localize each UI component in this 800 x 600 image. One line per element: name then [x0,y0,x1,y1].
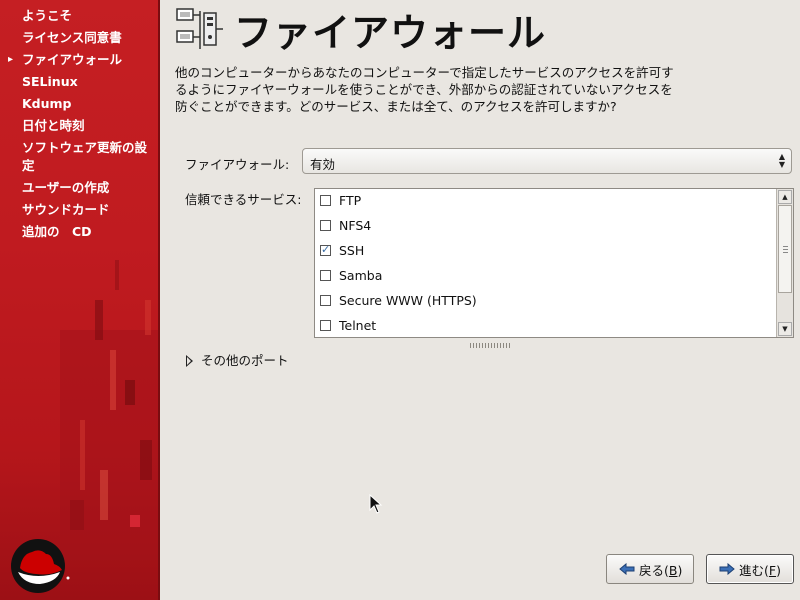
list-item[interactable]: Secure WWW (HTTPS) [315,289,793,314]
sidebar-step: SELinux [0,72,160,94]
sidebar-step: ようこそ [0,6,160,28]
sidebar-step: 追加の CD [0,222,160,244]
current-step-marker-icon: ▸ [8,54,14,65]
sidebar-step-label: サウンドカード [22,202,110,217]
list-item[interactable]: FTP [315,189,793,214]
next-button[interactable]: 進む(F) [706,554,794,584]
list-item[interactable]: Samba [315,264,793,289]
sidebar-step-label: ようこそ [22,8,73,23]
service-label: Secure WWW (HTTPS) [339,293,477,308]
firewall-network-icon [176,8,223,49]
sidebar-step: Kdump [0,94,160,116]
firewall-label: ファイアウォール: [185,157,290,172]
service-checkbox[interactable] [320,243,331,256]
sidebar-step-label: ライセンス同意書 [22,30,122,45]
service-checkbox[interactable] [320,195,331,206]
redhat-logo [11,539,70,593]
sidebar-step: ユーザーの作成 [0,178,160,200]
trusted-services-label: 信頼できるサービス: [185,192,302,207]
expander-arrow-icon [186,354,193,367]
service-label: NFS4 [339,218,372,233]
back-button[interactable]: 戻る(B) [606,554,694,584]
steps-list: ようこそライセンス同意書 ▸ ファイアウォール SELinux Kdump 日付と時刻ソフ… [0,6,160,244]
page-title: ファイアウォール [234,11,547,55]
sidebar-step-label: 日付と時刻 [22,118,85,133]
service-checkbox[interactable] [320,270,331,281]
arrow-left-icon [619,563,635,575]
next-button-label: 進む(F) [739,562,781,578]
firewall-select-value: 有効 [310,157,336,172]
service-checkbox[interactable] [320,320,331,331]
sidebar-step-label: ソフトウェア更新の設定 [22,140,148,173]
list-item[interactable]: NFS4 [315,214,793,239]
scrollbar[interactable]: ▲ ▼ [776,189,793,337]
service-checkbox[interactable] [320,295,331,306]
scroll-up-button[interactable]: ▲ [778,190,792,204]
trusted-services-list: FTPNFS4SSHSambaSecure WWW (HTTPS)Telnet … [314,188,794,338]
arrow-right-icon [719,563,735,575]
sidebar-step-label: ファイアウォール [22,52,123,67]
service-label: SSH [339,243,365,258]
description-text: 他のコンピューターからあなたのコンピューターで指定したサービスのアクセスを許可す… [175,65,674,114]
sidebar-step-label: 追加の CD [22,224,92,239]
sidebar-step: ▸ ファイアウォール [0,50,160,72]
sidebar-step: 日付と時刻 [0,116,160,138]
mouse-cursor-icon [369,494,383,514]
sidebar: ようこそライセンス同意書 ▸ ファイアウォール SELinux Kdump 日付と時刻ソフ… [0,0,160,600]
scroll-thumb[interactable] [778,205,792,293]
other-ports-label: その他のポート [201,353,289,368]
other-ports-expander[interactable]: その他のポート [186,350,289,369]
list-item[interactable]: SSH [315,239,793,264]
sidebar-step: ソフトウェア更新の設定 [0,138,160,178]
firewall-select[interactable]: 有効 ▲ ▼ [302,148,792,174]
back-button-label: 戻る(B) [639,562,683,578]
sidebar-step: ライセンス同意書 [0,28,160,50]
updown-arrow-icon: ▲ ▼ [778,152,785,169]
sidebar-step-label: ユーザーの作成 [22,180,110,195]
sidebar-step-label: Kdump [22,96,72,111]
sidebar-step: サウンドカード [0,200,160,222]
service-label: Telnet [339,318,377,333]
service-label: Samba [339,268,383,283]
service-checkbox[interactable] [320,220,331,231]
service-label: FTP [339,193,362,208]
list-item[interactable]: Telnet [315,314,793,337]
scroll-down-button[interactable]: ▼ [778,322,792,336]
sidebar-step-label: SELinux [22,74,78,89]
resize-handle[interactable] [470,343,510,348]
